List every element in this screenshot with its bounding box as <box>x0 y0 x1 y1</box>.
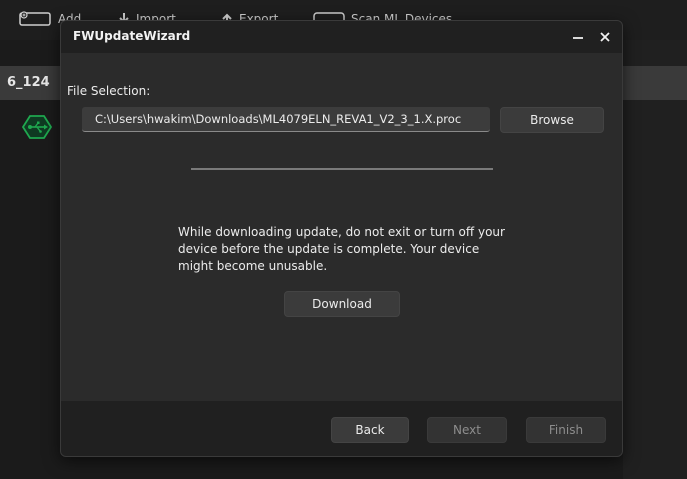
file-selection-label: File Selection: <box>67 84 151 98</box>
close-button[interactable] <box>594 27 616 47</box>
dialog-footer: Back Next Finish <box>61 401 622 456</box>
dialog-title: FWUpdateWizard <box>73 29 191 43</box>
add-device-icon <box>18 10 52 28</box>
update-warning-text: While downloading update, do not exit or… <box>178 225 505 273</box>
fw-update-wizard-dialog: FWUpdateWizard File Selection: C:\Users\… <box>60 20 623 457</box>
close-icon <box>599 28 611 47</box>
finish-button[interactable]: Finish <box>526 417 606 443</box>
file-path-field[interactable]: C:\Users\hwakim\Downloads\ML4079ELN_REVA… <box>82 107 490 132</box>
browse-button[interactable]: Browse <box>500 107 604 133</box>
side-panel <box>623 40 687 479</box>
minimize-button[interactable] <box>567 27 589 47</box>
download-button[interactable]: Download <box>284 291 400 317</box>
back-button[interactable]: Back <box>331 417 409 443</box>
device-row-label: 6_124 <box>7 75 50 90</box>
download-progress-bar <box>191 168 493 170</box>
next-button[interactable]: Next <box>427 417 507 443</box>
usb-icon[interactable] <box>21 114 53 140</box>
dialog-titlebar[interactable]: FWUpdateWizard <box>61 21 622 53</box>
minimize-icon <box>572 28 584 47</box>
